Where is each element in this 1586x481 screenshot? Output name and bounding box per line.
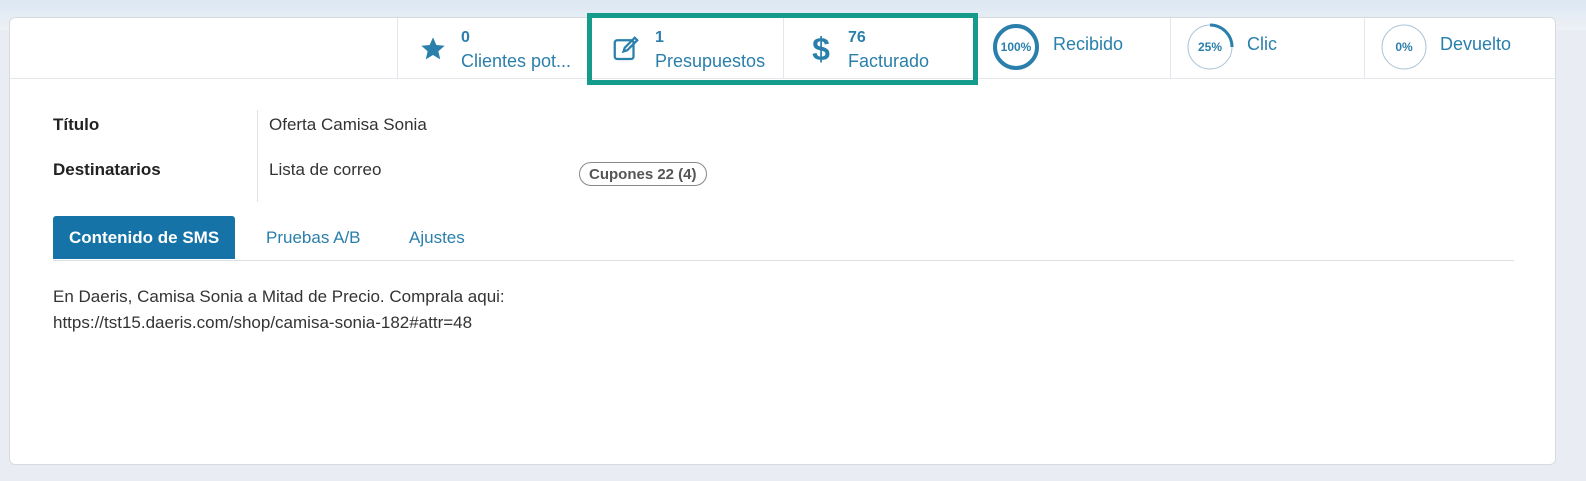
leads-label: Clientes pot... bbox=[461, 51, 572, 71]
bounced-stat-button[interactable]: 0% Devuelto bbox=[1364, 18, 1555, 78]
leads-stat-button[interactable]: 0 Clientes pot... bbox=[397, 18, 589, 78]
mailing-list-tag[interactable]: Cupones 22 (4) bbox=[579, 162, 707, 186]
title-label: Título bbox=[53, 115, 100, 134]
bounced-percent: 0% bbox=[1395, 40, 1413, 54]
tab-sms-content[interactable]: Contenido de SMS bbox=[53, 216, 236, 259]
received-progress-ring: 100% bbox=[992, 23, 1040, 71]
sms-body-field[interactable]: En Daeris, Camisa Sonia a Mitad de Preci… bbox=[53, 284, 505, 336]
sms-body-line: https://tst15.daeris.com/shop/camisa-son… bbox=[53, 313, 473, 332]
tab-ab-testing[interactable]: Pruebas A/B bbox=[250, 216, 377, 259]
received-percent: 100% bbox=[1000, 40, 1032, 54]
leads-count: 0 bbox=[461, 29, 470, 46]
clicked-percent: 25% bbox=[1197, 40, 1223, 54]
highlight-box bbox=[587, 13, 978, 85]
received-stat-button[interactable]: 100% Recibido bbox=[976, 18, 1170, 78]
tab-settings[interactable]: Ajustes bbox=[393, 216, 481, 259]
bounced-label: Devuelto bbox=[1440, 34, 1512, 54]
star-icon bbox=[416, 32, 450, 66]
title-field[interactable]: Oferta Camisa Sonia bbox=[269, 115, 427, 135]
field-divider bbox=[257, 110, 258, 202]
sms-body-line: En Daeris, Camisa Sonia a Mitad de Preci… bbox=[53, 287, 505, 306]
received-label: Recibido bbox=[1053, 34, 1124, 54]
recipients-label: Destinatarios bbox=[53, 160, 161, 179]
clicked-stat-button[interactable]: 25% Clic bbox=[1170, 18, 1364, 78]
bounced-progress-ring: 0% bbox=[1380, 23, 1428, 71]
clicked-progress-ring: 25% bbox=[1186, 23, 1234, 71]
tab-bar: Contenido de SMS Pruebas A/B Ajustes bbox=[53, 216, 1514, 261]
recipients-field[interactable]: Lista de correo bbox=[269, 160, 381, 180]
clicked-label: Clic bbox=[1247, 34, 1277, 54]
